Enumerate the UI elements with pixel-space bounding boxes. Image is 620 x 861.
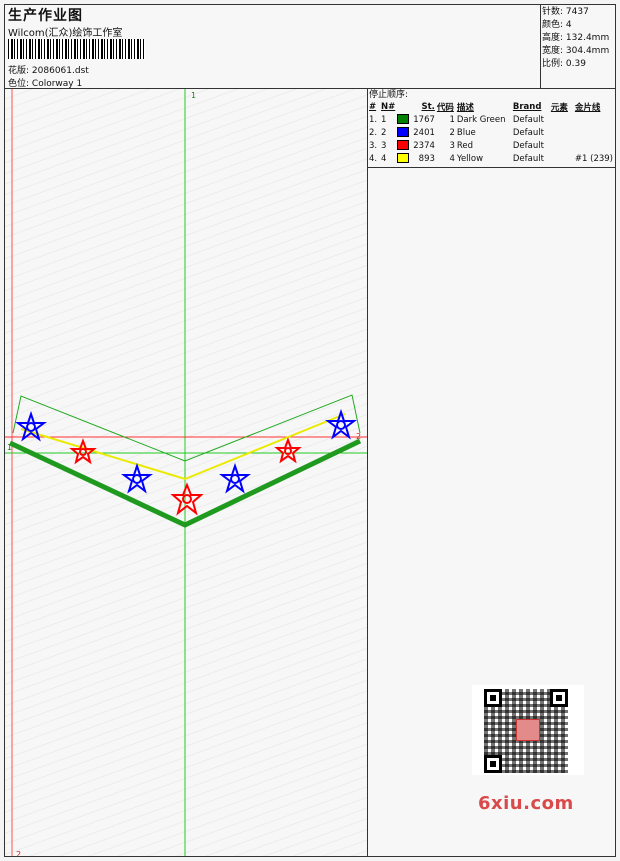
table-row: 1. 1 1767 1 Dark Green Default <box>368 113 614 126</box>
axis-bottom-label: 2 <box>16 850 21 856</box>
row-brand: Default <box>512 153 544 164</box>
row-element <box>550 152 574 165</box>
stat-colors: 颜色: 4 <box>542 20 572 30</box>
qr-stamp-icon <box>516 719 540 741</box>
row-stitches: 2374 <box>413 140 435 151</box>
table-row: 4. 4 893 4 Yellow Default #1 (239) <box>368 152 614 165</box>
company-name: Wilcom(汇众)绘饰工作室 <box>8 28 123 39</box>
col-brand: Brand <box>512 102 542 112</box>
color-swatch <box>397 114 410 125</box>
stop-sequence-title: 停止顺序: <box>369 90 409 100</box>
row-desc: Dark Green <box>456 114 506 125</box>
row-sequin: #1 (239) <box>574 153 613 164</box>
row-needle: 3 <box>381 140 387 151</box>
row-brand: Default <box>512 114 544 125</box>
stat-width: 宽度: 304.4mm <box>542 46 610 56</box>
stat-stitches: 针数: 7437 <box>542 7 589 17</box>
qr-code <box>472 685 584 775</box>
qr-finder-tl <box>484 689 502 707</box>
col-element: 元素 <box>550 103 568 113</box>
color-swatch <box>397 127 410 138</box>
row-index: 2. <box>369 127 378 138</box>
row-desc: Yellow <box>456 153 484 164</box>
row-element <box>550 126 574 139</box>
colorway-line: 色位: Colorway 1 <box>8 76 82 89</box>
design-stats: 针数: 7437 颜色: 4 高度: 132.4mm 宽度: 304.4mm 比… <box>541 5 615 89</box>
colorway-label: 色位: <box>8 79 30 89</box>
row-swatch <box>396 126 411 139</box>
col-code: 代码 <box>436 103 454 113</box>
table-row: 3. 3 2374 3 Red Default <box>368 139 614 152</box>
production-sheet: 生产作业图 Wilcom(汇众)绘饰工作室 花版: 2086061.dst 色位… <box>4 4 616 857</box>
embroidery-drawing: 1 2 1 2 <box>5 89 367 856</box>
row-element <box>550 113 574 126</box>
row-swatch <box>396 152 411 165</box>
panel-divider <box>368 167 615 168</box>
colorway-value: Colorway 1 <box>31 79 83 89</box>
design-label: 花版: <box>8 66 30 76</box>
design-value: 2086061.dst <box>31 66 89 76</box>
stat-scale: 比例: 0.39 <box>542 59 586 69</box>
red-flower <box>274 437 302 464</box>
color-swatch <box>397 153 410 164</box>
col-needle: N# <box>381 102 396 112</box>
red-flower <box>69 438 97 465</box>
row-sequin <box>574 139 614 152</box>
row-code: 4 <box>449 153 455 164</box>
stat-height: 高度: 132.4mm <box>542 33 610 43</box>
table-row: 2. 2 2401 2 Blue Default <box>368 126 614 139</box>
col-stitches: St. <box>421 102 435 112</box>
red-flower <box>170 482 204 516</box>
barcode <box>8 39 145 59</box>
row-desc: Red <box>456 140 474 151</box>
row-swatch <box>396 113 411 126</box>
row-index: 3. <box>369 140 378 151</box>
row-desc: Blue <box>456 127 476 138</box>
row-stitches: 1767 <box>413 114 435 125</box>
page-title: 生产作业图 <box>8 8 83 24</box>
row-brand: Default <box>512 127 544 138</box>
axis-top-label: 1 <box>191 91 196 100</box>
color-swatch <box>397 140 410 151</box>
row-stitches: 893 <box>418 153 435 164</box>
qr-finder-tr <box>550 689 568 707</box>
blue-flower <box>219 462 251 494</box>
row-sequin <box>574 113 614 126</box>
qr-finder-bl <box>484 755 502 773</box>
row-sequin <box>574 126 614 139</box>
row-swatch <box>396 139 411 152</box>
table-header-row: # N# St. 代码 描述 Brand 元素 金片线 <box>368 101 614 113</box>
row-needle: 2 <box>381 127 387 138</box>
row-needle: 1 <box>381 114 387 125</box>
row-index: 1. <box>369 114 378 125</box>
blue-flower <box>121 462 153 494</box>
row-code: 2 <box>449 127 455 138</box>
row-index: 4. <box>369 153 378 164</box>
watermark-brand: 6xiu.com <box>478 793 574 814</box>
row-code: 1 <box>449 114 455 125</box>
design-line: 花版: 2086061.dst <box>8 63 89 76</box>
row-element <box>550 139 574 152</box>
row-code: 3 <box>449 140 455 151</box>
col-index: # <box>369 102 377 112</box>
header-info: 生产作业图 Wilcom(汇众)绘饰工作室 花版: 2086061.dst 色位… <box>5 5 541 89</box>
stop-sequence-panel: 停止顺序: # N# St. 代码 描述 Brand 元素 金片线 1. 1 176… <box>368 89 615 856</box>
col-desc: 描述 <box>456 103 474 113</box>
design-canvas: 1 2 1 2 <box>5 89 368 856</box>
row-brand: Default <box>512 140 544 151</box>
col-sequin: 金片线 <box>574 103 601 113</box>
stop-sequence-table: # N# St. 代码 描述 Brand 元素 金片线 1. 1 1767 1 Dark… <box>368 101 614 165</box>
row-needle: 4 <box>381 153 387 164</box>
row-stitches: 2401 <box>413 127 435 138</box>
